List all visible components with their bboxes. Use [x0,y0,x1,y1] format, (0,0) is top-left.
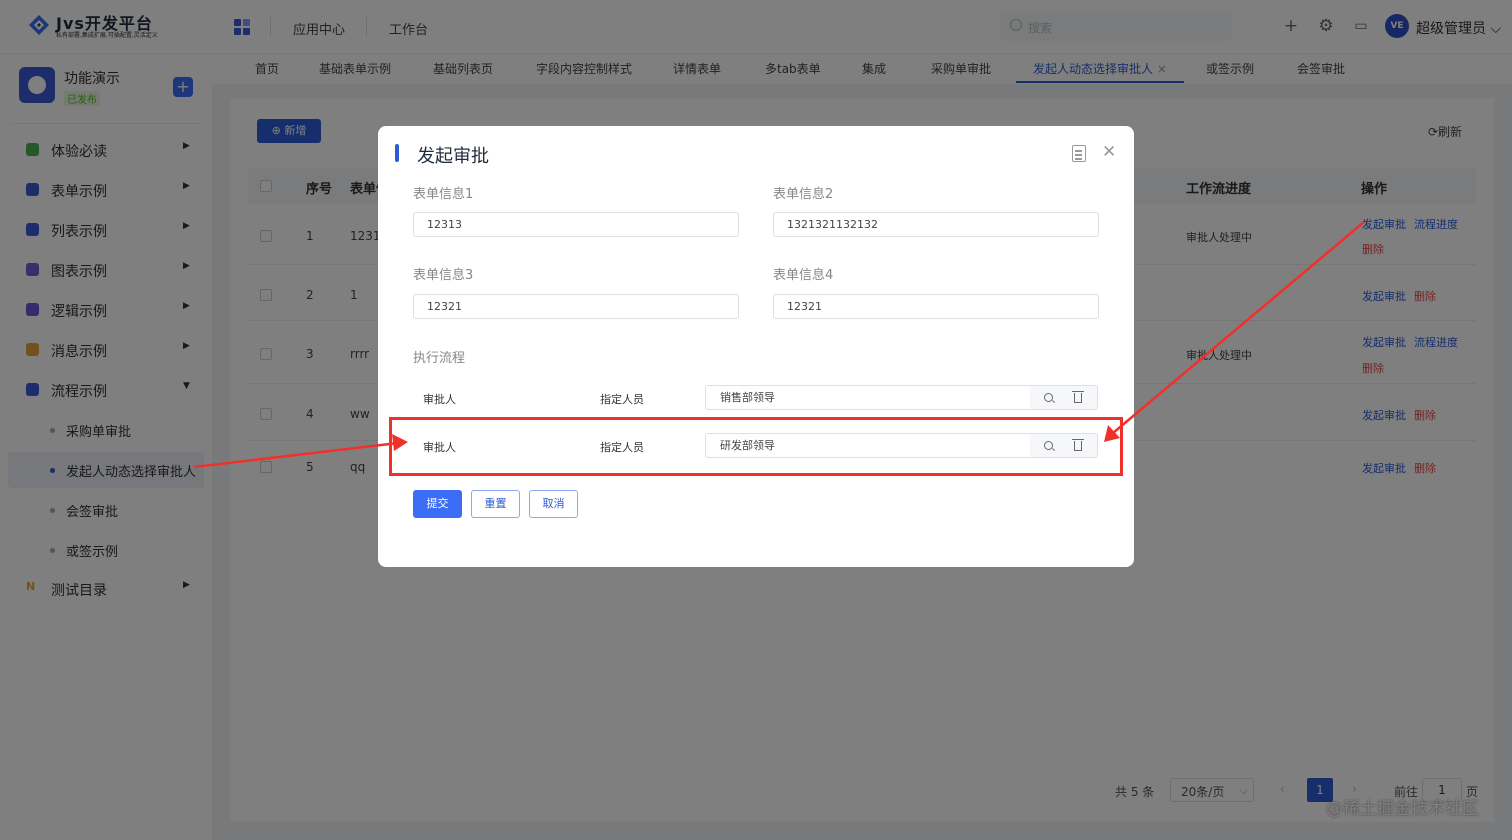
submit-button[interactable]: 提交 [413,490,462,518]
start-approval-dialog: 发起审批 ✕ 表单信息1 12313 表单信息2 1321321132132 表… [378,126,1134,567]
flow-section-title: 执行流程 [413,351,466,366]
close-icon[interactable]: ✕ [1102,142,1116,162]
field-label: 表单信息4 [773,268,834,283]
flow-type: 指定人员 [600,393,644,406]
form-info-2-field[interactable]: 1321321132132 [773,212,1099,237]
search-icon[interactable] [1044,393,1053,402]
trash-icon[interactable] [1072,391,1084,403]
cancel-button[interactable]: 取消 [529,490,578,518]
title-accent-bar [395,144,399,162]
field-label: 表单信息2 [773,187,834,202]
form-info-1-field[interactable]: 12313 [413,212,739,237]
reset-button[interactable]: 重置 [471,490,520,518]
field-label: 表单信息3 [413,268,474,283]
approver-actions [1030,385,1098,410]
approver-select-field[interactable]: 销售部领导 [705,385,1031,410]
document-icon[interactable] [1072,145,1086,162]
form-info-3-field[interactable]: 12321 [413,294,739,319]
flow-role: 审批人 [423,393,456,406]
form-info-4-field[interactable]: 12321 [773,294,1099,319]
annotation-highlight-box [389,417,1123,476]
field-label: 表单信息1 [413,187,474,202]
dialog-title: 发起审批 [417,146,489,167]
